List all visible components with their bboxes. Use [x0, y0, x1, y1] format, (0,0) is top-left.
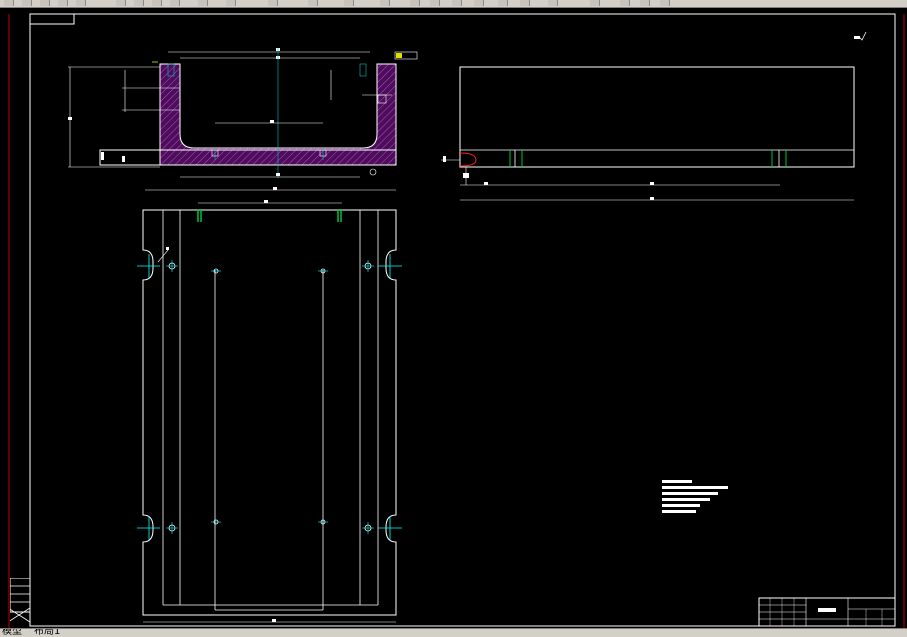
- roughness-symbol: [854, 31, 867, 41]
- help-icon[interactable]: [548, 0, 558, 6]
- previous-icon[interactable]: [344, 0, 354, 6]
- front-section-view: [68, 48, 418, 191]
- border-label-box: [29, 13, 75, 25]
- open-icon[interactable]: [22, 0, 32, 6]
- layer-manager-icon[interactable]: [590, 0, 600, 6]
- layout-icon[interactable]: [474, 0, 484, 6]
- print-icon[interactable]: [58, 0, 68, 6]
- layer-icon[interactable]: [134, 0, 144, 6]
- drawing-canvas[interactable]: [0, 8, 907, 628]
- distance-icon[interactable]: [380, 0, 390, 6]
- save-icon[interactable]: [40, 0, 50, 6]
- plan-view: [142, 200, 397, 623]
- properties2-icon[interactable]: [452, 0, 462, 6]
- ucs-axis-icon: [10, 578, 30, 623]
- pan-icon[interactable]: [226, 0, 236, 6]
- calc-icon[interactable]: [430, 0, 440, 6]
- technical-notes: [662, 480, 728, 513]
- title-block: [758, 597, 896, 627]
- side-view: [441, 66, 855, 201]
- window-icon[interactable]: [308, 0, 318, 6]
- new-icon[interactable]: [4, 0, 14, 6]
- undo-icon[interactable]: [76, 0, 86, 6]
- table-icon[interactable]: [498, 0, 508, 6]
- realtime-icon[interactable]: [268, 0, 278, 6]
- sun-icon[interactable]: [640, 0, 650, 6]
- light-icon[interactable]: [620, 0, 630, 6]
- lock-icon[interactable]: [660, 0, 670, 6]
- hole-markers: [137, 254, 402, 540]
- toolbar: [0, 0, 907, 8]
- redo-icon[interactable]: [116, 0, 126, 6]
- block-icon[interactable]: [520, 0, 530, 6]
- properties-icon[interactable]: [152, 0, 162, 6]
- match-icon[interactable]: [170, 0, 180, 6]
- zoom-icon[interactable]: [198, 0, 208, 6]
- area-icon[interactable]: [410, 0, 420, 6]
